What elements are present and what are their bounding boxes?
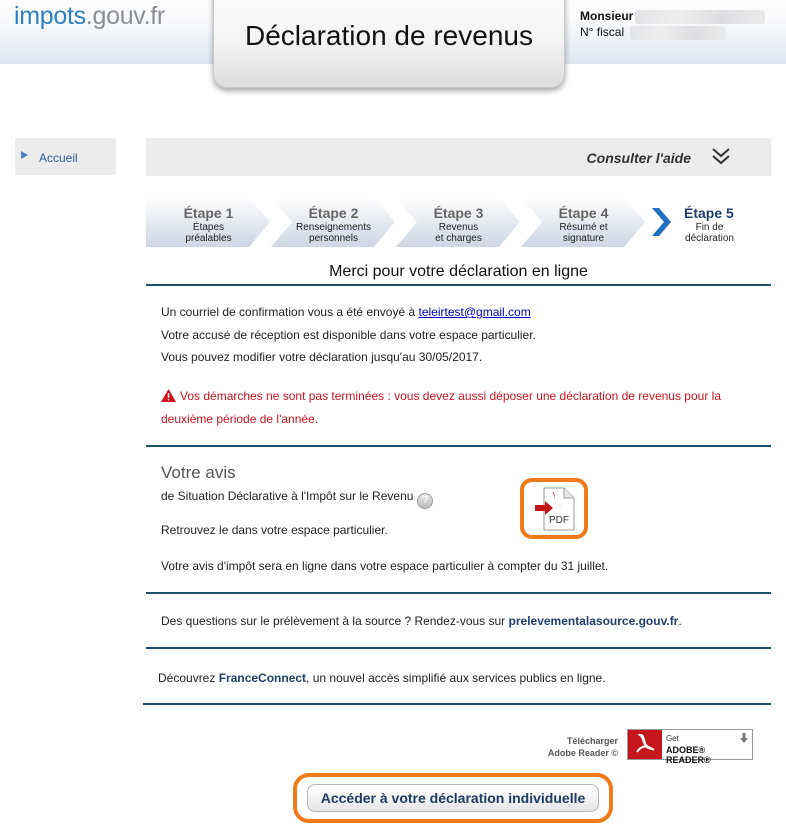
section-divider: [146, 284, 771, 286]
user-name-label: Monsieur: [580, 9, 634, 23]
section-divider: [143, 703, 771, 705]
warning-message: Vos démarches ne sont pas terminées : vo…: [161, 389, 721, 426]
badge-product-text: ADOBE® READER®: [666, 745, 711, 765]
franceconnect-text: Découvrez FranceConnect, un nouvel accès…: [158, 671, 606, 685]
help-icon[interactable]: ?: [417, 493, 434, 509]
confirmation-title: Merci pour votre déclaration en ligne: [329, 263, 588, 280]
redacted-fiscal-number: [630, 25, 726, 40]
pdf-download-button[interactable]: PDF: [520, 478, 588, 539]
redacted-user-name: [635, 9, 766, 24]
franceconnect-link[interactable]: FranceConnect: [219, 671, 306, 685]
help-label: Consulter l'aide: [586, 150, 691, 166]
access-declaration-button[interactable]: Accéder à votre déclaration individuelle: [307, 784, 599, 812]
step-2: Étape 2 Renseignements personnels: [271, 197, 396, 247]
email-link[interactable]: teleirtest@gmail.com: [418, 305, 530, 319]
step-1: Étape 1 Étapes préalables: [146, 197, 271, 247]
prelevement-link[interactable]: prelevementalasource.gouv.fr: [509, 614, 679, 628]
double-chevron-down-icon: [712, 148, 730, 165]
step-description: Fin de déclaration: [685, 222, 734, 244]
arrow-right-icon: [21, 151, 28, 159]
adobe-logo-icon: [628, 730, 662, 759]
step-3: Étape 3 Revenus et charges: [396, 197, 521, 247]
logo-suffix-text: .gouv.fr: [85, 2, 165, 30]
logo-main-text: impots: [14, 2, 86, 30]
step-title: Étape 2: [308, 205, 359, 221]
warning-icon: [161, 389, 176, 402]
step-description: Renseignements personnels: [295, 222, 372, 244]
step-title: Étape 4: [558, 205, 609, 221]
step-5-current: Étape 5 Fin de déclaration: [646, 197, 771, 247]
avis-title: Votre avis: [161, 463, 236, 482]
step-description: Revenus et charges: [435, 222, 482, 244]
download-arrow-icon: [740, 733, 748, 743]
badge-get-text: Get: [666, 734, 679, 743]
step-title: Étape 5: [684, 205, 734, 221]
section-divider: [146, 592, 771, 594]
section-divider: [146, 647, 771, 649]
step-description: Étapes préalables: [185, 222, 232, 244]
avis-subtitle: de Situation Déclarative à l'Impôt sur l…: [161, 489, 434, 509]
progress-steps: Étape 1 Étapes préalables Étape 2 Renseig…: [146, 197, 771, 247]
avis-online-text: Votre avis d'impôt sera en ligne dans vo…: [161, 559, 609, 573]
step-title: Étape 1: [183, 205, 234, 221]
email-confirmation-text: Un courriel de confirmation vous a été e…: [161, 305, 531, 319]
sidebar-item-accueil[interactable]: Accueil: [15, 138, 116, 175]
pdf-file-icon: PDF: [535, 487, 575, 531]
step-4: Étape 4 Résumé et signature: [521, 197, 646, 247]
modify-deadline-text: Vous pouvez modifier votre déclaration j…: [161, 350, 483, 364]
adobe-download-text: Télécharger Adobe Reader ©: [547, 736, 618, 758]
user-info: Monsieur N° fiscal: [580, 8, 766, 40]
section-divider: [146, 445, 771, 447]
fiscal-number-label: N° fiscal: [580, 25, 625, 39]
page-title: Déclaration de revenus: [245, 20, 533, 51]
cta-highlight: Accéder à votre déclaration individuelle: [293, 773, 613, 823]
prelevement-text: Des questions sur le prélèvement à la so…: [161, 614, 682, 628]
step-title: Étape 3: [433, 205, 484, 221]
receipt-text: Votre accusé de réception est disponible…: [161, 328, 536, 342]
pdf-label: PDF: [549, 515, 569, 526]
avis-find-text: Retrouvez le dans votre espace particuli…: [161, 523, 388, 537]
step-description: Résumé et signature: [559, 222, 608, 244]
site-logo[interactable]: impots.gouv.fr: [14, 2, 165, 31]
get-adobe-reader-button[interactable]: Get ADOBE® READER®: [627, 729, 753, 765]
sidebar-item-label: Accueil: [39, 151, 78, 165]
help-bar[interactable]: Consulter l'aide: [146, 138, 771, 176]
page-title-box: Déclaration de revenus: [213, 0, 565, 88]
